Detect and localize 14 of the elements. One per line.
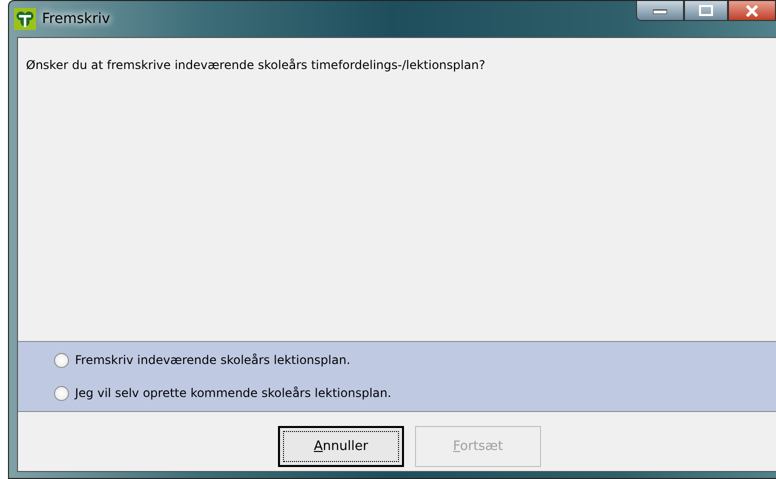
question-text: Ønsker du at fremskrive indeværende skoleårs timefordelings-/lektionsplan? <box>26 58 486 72</box>
window-title: Fremskriv <box>42 10 110 28</box>
maximize-button[interactable] <box>684 1 728 21</box>
dialog-button[interactable]: Annuller <box>278 426 404 467</box>
minimize-icon <box>653 8 667 14</box>
maximize-icon <box>699 5 713 16</box>
close-icon <box>745 4 759 16</box>
radio-button[interactable] <box>54 352 69 368</box>
option-label[interactable]: Jeg vil selv oprette kommende skoleårs lektionsplan. <box>75 384 392 402</box>
option-label[interactable]: Fremskriv indeværende skoleårs lektionsplan. <box>75 351 350 369</box>
minimize-button[interactable] <box>636 1 684 21</box>
radio-button[interactable] <box>54 386 69 400</box>
app-icon <box>14 8 36 30</box>
close-button[interactable] <box>728 1 776 21</box>
